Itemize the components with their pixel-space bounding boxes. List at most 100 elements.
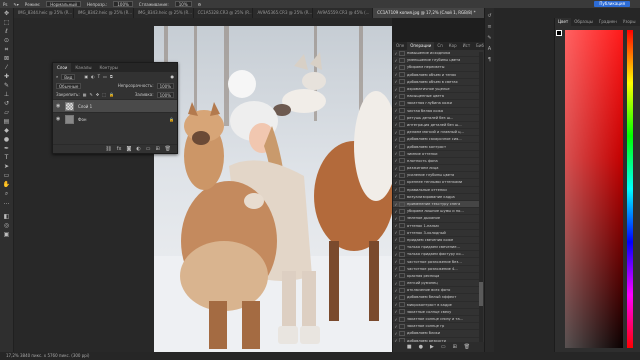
action-dialog-toggle[interactable] bbox=[399, 158, 405, 164]
action-item[interactable]: ✓ отключение всех фото bbox=[393, 287, 479, 295]
layers-panel[interactable]: Слои Каналы Контуры ⌕ Вид ▣ ◐ T ▭ ⧉ ● Обыч… bbox=[52, 62, 178, 154]
color-panel[interactable]: Цвет Образцы Градиен Узоры bbox=[554, 18, 640, 352]
new-group-icon[interactable]: ▭ bbox=[146, 146, 151, 152]
quick-mask-icon[interactable]: ◎ bbox=[3, 223, 11, 229]
visibility-eye-icon[interactable]: ◉ bbox=[56, 116, 61, 122]
link-layers-icon[interactable]: ⛓ bbox=[105, 146, 111, 152]
foreground-color-swatch[interactable] bbox=[556, 30, 562, 36]
action-dialog-toggle[interactable] bbox=[399, 57, 405, 63]
layer-row[interactable]: ◉ Фон 🔒 bbox=[53, 112, 177, 125]
action-dialog-toggle[interactable] bbox=[399, 151, 405, 157]
action-item[interactable]: ✓ закатное солнце гр bbox=[393, 323, 479, 331]
action-dialog-toggle[interactable] bbox=[399, 86, 405, 92]
lasso-tool-icon[interactable]: ℓ bbox=[3, 29, 11, 35]
more-tools-icon[interactable]: … bbox=[3, 200, 11, 206]
action-dialog-toggle[interactable] bbox=[399, 215, 405, 221]
dodge-tool-icon[interactable]: ● bbox=[3, 137, 11, 143]
actions-list[interactable]: ✓ повышение исходника ✓ уменьшение глубины … bbox=[393, 50, 479, 342]
action-item[interactable]: ✓ зимние оттенки bbox=[393, 151, 479, 158]
actions-panel[interactable]: Опе Операции Сп Кор Ист Биб ✓ повышение исходн… bbox=[392, 42, 484, 352]
zoom-tool-icon[interactable]: ⌕ bbox=[3, 191, 11, 197]
brush-panel-icon[interactable]: ✎ bbox=[487, 35, 493, 41]
delete-action-icon[interactable]: 🗑 bbox=[464, 344, 470, 350]
action-dialog-toggle[interactable] bbox=[399, 251, 405, 257]
action-dialog-toggle[interactable] bbox=[399, 79, 405, 85]
quick-select-tool-icon[interactable]: ⊙ bbox=[3, 38, 11, 44]
action-dialog-toggle[interactable] bbox=[399, 302, 405, 308]
ops-tab[interactable]: Кор bbox=[446, 42, 460, 50]
paragraph-panel-icon[interactable]: ¶ bbox=[487, 57, 493, 63]
color-panel-tab[interactable]: Образцы bbox=[571, 18, 596, 26]
filter-search-icon[interactable]: ⌕ bbox=[56, 74, 58, 79]
layer-thumbnail[interactable] bbox=[65, 114, 74, 124]
color-panel-tab[interactable]: Градиен bbox=[596, 18, 620, 26]
action-dialog-toggle[interactable] bbox=[399, 50, 405, 56]
action-dialog-toggle[interactable] bbox=[399, 223, 405, 229]
smoothing-field[interactable]: 10% bbox=[174, 1, 192, 7]
record-action-icon[interactable]: ● bbox=[419, 344, 423, 350]
action-dialog-toggle[interactable] bbox=[399, 330, 405, 336]
action-item[interactable]: ✓ красная ресница bbox=[393, 273, 479, 280]
action-item[interactable]: ✓ закатная глубина кожи bbox=[393, 100, 479, 108]
color-panel-tab[interactable]: Цвет bbox=[555, 18, 572, 26]
action-item[interactable]: ✓ легкий румянец bbox=[393, 280, 479, 288]
eraser-tool-icon[interactable]: ▱ bbox=[3, 110, 11, 116]
action-dialog-toggle[interactable] bbox=[399, 93, 405, 99]
action-dialog-toggle[interactable] bbox=[399, 230, 405, 236]
action-item[interactable]: ✓ только придаем фактуру ко... bbox=[393, 251, 479, 259]
action-item[interactable]: ✓ убираем лишние шумы и по... bbox=[393, 208, 479, 216]
action-item[interactable]: ✓ добавляем белый эффект bbox=[393, 294, 479, 302]
hand-tool-icon[interactable]: ✋ bbox=[3, 182, 11, 188]
lock-all-icon[interactable]: 🔒 bbox=[109, 92, 114, 97]
action-item[interactable]: ✓ добавляем объем и тенях bbox=[393, 72, 479, 79]
adjustment-layer-icon[interactable]: ◐ bbox=[136, 146, 140, 152]
action-dialog-toggle[interactable] bbox=[399, 323, 405, 329]
action-item[interactable]: ✓ добавляем блики bbox=[393, 330, 479, 338]
mode-select[interactable]: Нормальный bbox=[46, 1, 81, 7]
action-dialog-toggle[interactable] bbox=[399, 208, 405, 214]
tab-layers[interactable]: Слои bbox=[53, 63, 72, 72]
document-tab[interactable]: CC1A7109 копия.jpg @ 17,2% (Слой 1, RGB/… bbox=[373, 8, 495, 18]
document-tab[interactable]: IMG_8342.heic @ 25% (R... bbox=[74, 8, 134, 18]
new-set-icon[interactable]: ▭ bbox=[441, 344, 446, 350]
action-item[interactable]: ✓ повышение исходника bbox=[393, 50, 479, 58]
crop-tool-icon[interactable]: ⌗ bbox=[3, 47, 11, 53]
action-dialog-toggle[interactable] bbox=[399, 165, 405, 171]
filter-adjust-icon[interactable]: ◐ bbox=[91, 74, 95, 79]
action-dialog-toggle[interactable] bbox=[399, 280, 405, 286]
action-item[interactable]: ✓ ахроматичное ущелье bbox=[393, 86, 479, 94]
action-dialog-toggle[interactable] bbox=[399, 108, 405, 114]
layer-lock-icon[interactable]: 🔒 bbox=[169, 117, 174, 122]
play-action-icon[interactable]: ▶ bbox=[430, 344, 434, 350]
filter-toggle-icon[interactable]: ● bbox=[171, 74, 175, 79]
document-tab[interactable]: IMG_8344.heic @ 25% (R... bbox=[14, 8, 74, 18]
healing-brush-tool-icon[interactable]: ✚ bbox=[3, 74, 11, 80]
layer-row[interactable]: ◉ Слой 1 bbox=[53, 99, 177, 112]
layer-opacity-field[interactable]: 100% bbox=[156, 82, 174, 89]
layer-filter-select[interactable]: Вид bbox=[61, 73, 76, 80]
action-item[interactable]: ✓ закатное солнце снизу и та... bbox=[393, 316, 479, 324]
action-item[interactable]: ✓ ретушь деталей без ш... bbox=[393, 115, 479, 122]
foreground-background-colors[interactable] bbox=[556, 30, 565, 39]
properties-panel-icon[interactable]: ≡ bbox=[487, 24, 493, 30]
ops-tab[interactable]: Ист bbox=[460, 42, 474, 50]
tab-paths[interactable]: Контуры bbox=[95, 63, 121, 72]
filter-smart-icon[interactable]: ⧉ bbox=[110, 74, 113, 79]
action-item[interactable]: ✓ разжигаем лица bbox=[393, 165, 479, 173]
action-item[interactable]: ✓ применение текстуру снега bbox=[393, 200, 479, 209]
foreground-background-swatch[interactable]: ◧ bbox=[3, 214, 11, 220]
action-dialog-toggle[interactable] bbox=[399, 287, 405, 293]
action-item[interactable]: ✓ интеграция деталей без ш... bbox=[393, 122, 479, 130]
actions-scroll-thumb[interactable] bbox=[479, 282, 483, 306]
action-dialog-toggle[interactable] bbox=[399, 122, 405, 128]
action-dialog-toggle[interactable] bbox=[399, 237, 405, 243]
action-item[interactable]: ✓ делаем мягкий и плавный ц... bbox=[393, 129, 479, 137]
delete-layer-icon[interactable]: 🗑 bbox=[165, 146, 171, 152]
fill-field[interactable]: 100% bbox=[156, 91, 174, 98]
share-button[interactable]: Публикация bbox=[594, 1, 630, 7]
action-item[interactable]: ✓ крепнее теплыми оттенками bbox=[393, 179, 479, 187]
action-dialog-toggle[interactable] bbox=[399, 100, 405, 106]
visibility-eye-icon[interactable]: ◉ bbox=[56, 103, 61, 109]
action-item[interactable]: ✓ только придаем свечение... bbox=[393, 244, 479, 252]
settings-gear-icon[interactable]: ⚙ bbox=[198, 2, 202, 7]
